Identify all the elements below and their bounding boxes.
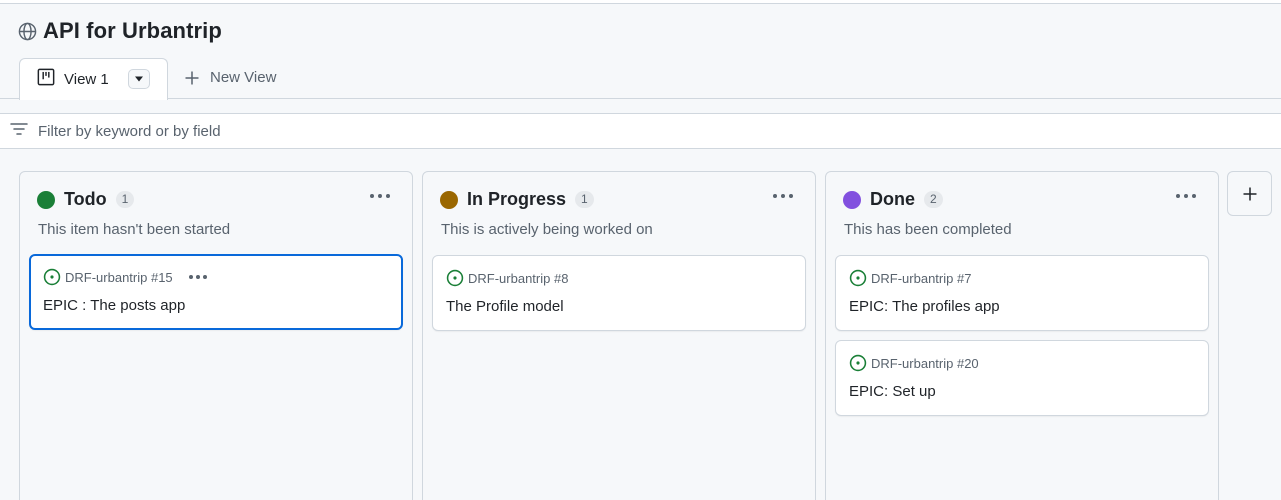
tab-view-1[interactable]: View 1 [19, 58, 168, 100]
column-done: Done 2 This has been completed DRF-urban… [825, 171, 1219, 500]
column-title: In Progress [467, 189, 567, 209]
card-more-icon[interactable] [188, 275, 207, 279]
issue-opened-icon [43, 268, 61, 286]
top-border [0, 0, 1281, 4]
add-column-button[interactable] [1227, 171, 1272, 216]
card-ref[interactable]: DRF-urbantrip #15 [65, 270, 173, 285]
status-dot [843, 190, 861, 209]
filter-bar [0, 113, 1281, 149]
triangle-down-icon [135, 76, 143, 82]
column-header: Todo 1 [37, 189, 135, 210]
board-icon [37, 68, 55, 91]
column-in-progress: In Progress 1 This is actively being wor… [422, 171, 816, 500]
column-header: Done 2 [843, 189, 943, 210]
globe-icon [18, 22, 37, 41]
column-title: Todo [64, 189, 107, 209]
column-header: In Progress 1 [440, 189, 594, 210]
column-count: 1 [575, 191, 594, 208]
views-bar: View 1 New View [0, 58, 1281, 100]
column-description: This item hasn't been started [38, 221, 231, 238]
status-dot [440, 190, 458, 209]
column-more-icon[interactable] [370, 191, 390, 201]
new-view-label: New View [210, 69, 277, 86]
column-description: This has been completed [844, 221, 1012, 238]
column-todo: Todo 1 This item hasn't been started DRF… [19, 171, 413, 500]
card-title[interactable]: EPIC: Set up [849, 383, 936, 400]
plus-icon [185, 71, 199, 84]
issue-opened-icon [849, 269, 867, 287]
column-count: 1 [115, 191, 135, 208]
column-more-icon[interactable] [1176, 191, 1196, 201]
status-dot [37, 190, 55, 209]
issue-card[interactable]: DRF-urbantrip #8 The Profile model [432, 255, 806, 331]
view-options-button[interactable] [128, 69, 150, 89]
plus-icon [1243, 187, 1256, 200]
card-meta: DRF-urbantrip #15 [43, 268, 207, 286]
card-title[interactable]: EPIC : The posts app [43, 297, 185, 314]
column-title: Done [870, 189, 915, 209]
column-count: 2 [924, 191, 943, 208]
issue-card[interactable]: DRF-urbantrip #20 EPIC: Set up [835, 340, 1209, 416]
card-title[interactable]: The Profile model [446, 298, 564, 315]
filter-input[interactable] [38, 122, 638, 140]
column-description: This is actively being worked on [441, 221, 653, 238]
column-more-icon[interactable] [773, 191, 793, 201]
card-ref[interactable]: DRF-urbantrip #8 [468, 271, 568, 286]
card-ref[interactable]: DRF-urbantrip #20 [871, 356, 979, 371]
card-meta: DRF-urbantrip #20 [849, 354, 979, 372]
card-ref[interactable]: DRF-urbantrip #7 [871, 271, 971, 286]
issue-card[interactable]: DRF-urbantrip #7 EPIC: The profiles app [835, 255, 1209, 331]
card-title[interactable]: EPIC: The profiles app [849, 298, 1000, 315]
new-view-button[interactable]: New View [184, 69, 276, 86]
issue-opened-icon [849, 354, 867, 372]
card-meta: DRF-urbantrip #7 [849, 269, 971, 287]
project-header: API for Urbantrip [18, 18, 222, 44]
issue-card[interactable]: DRF-urbantrip #15 EPIC : The posts app [29, 254, 403, 330]
tab-view-1-label: View 1 [64, 71, 109, 88]
card-meta: DRF-urbantrip #8 [446, 269, 568, 287]
filter-icon [10, 122, 28, 141]
project-title: API for Urbantrip [43, 18, 222, 43]
issue-opened-icon [446, 269, 464, 287]
